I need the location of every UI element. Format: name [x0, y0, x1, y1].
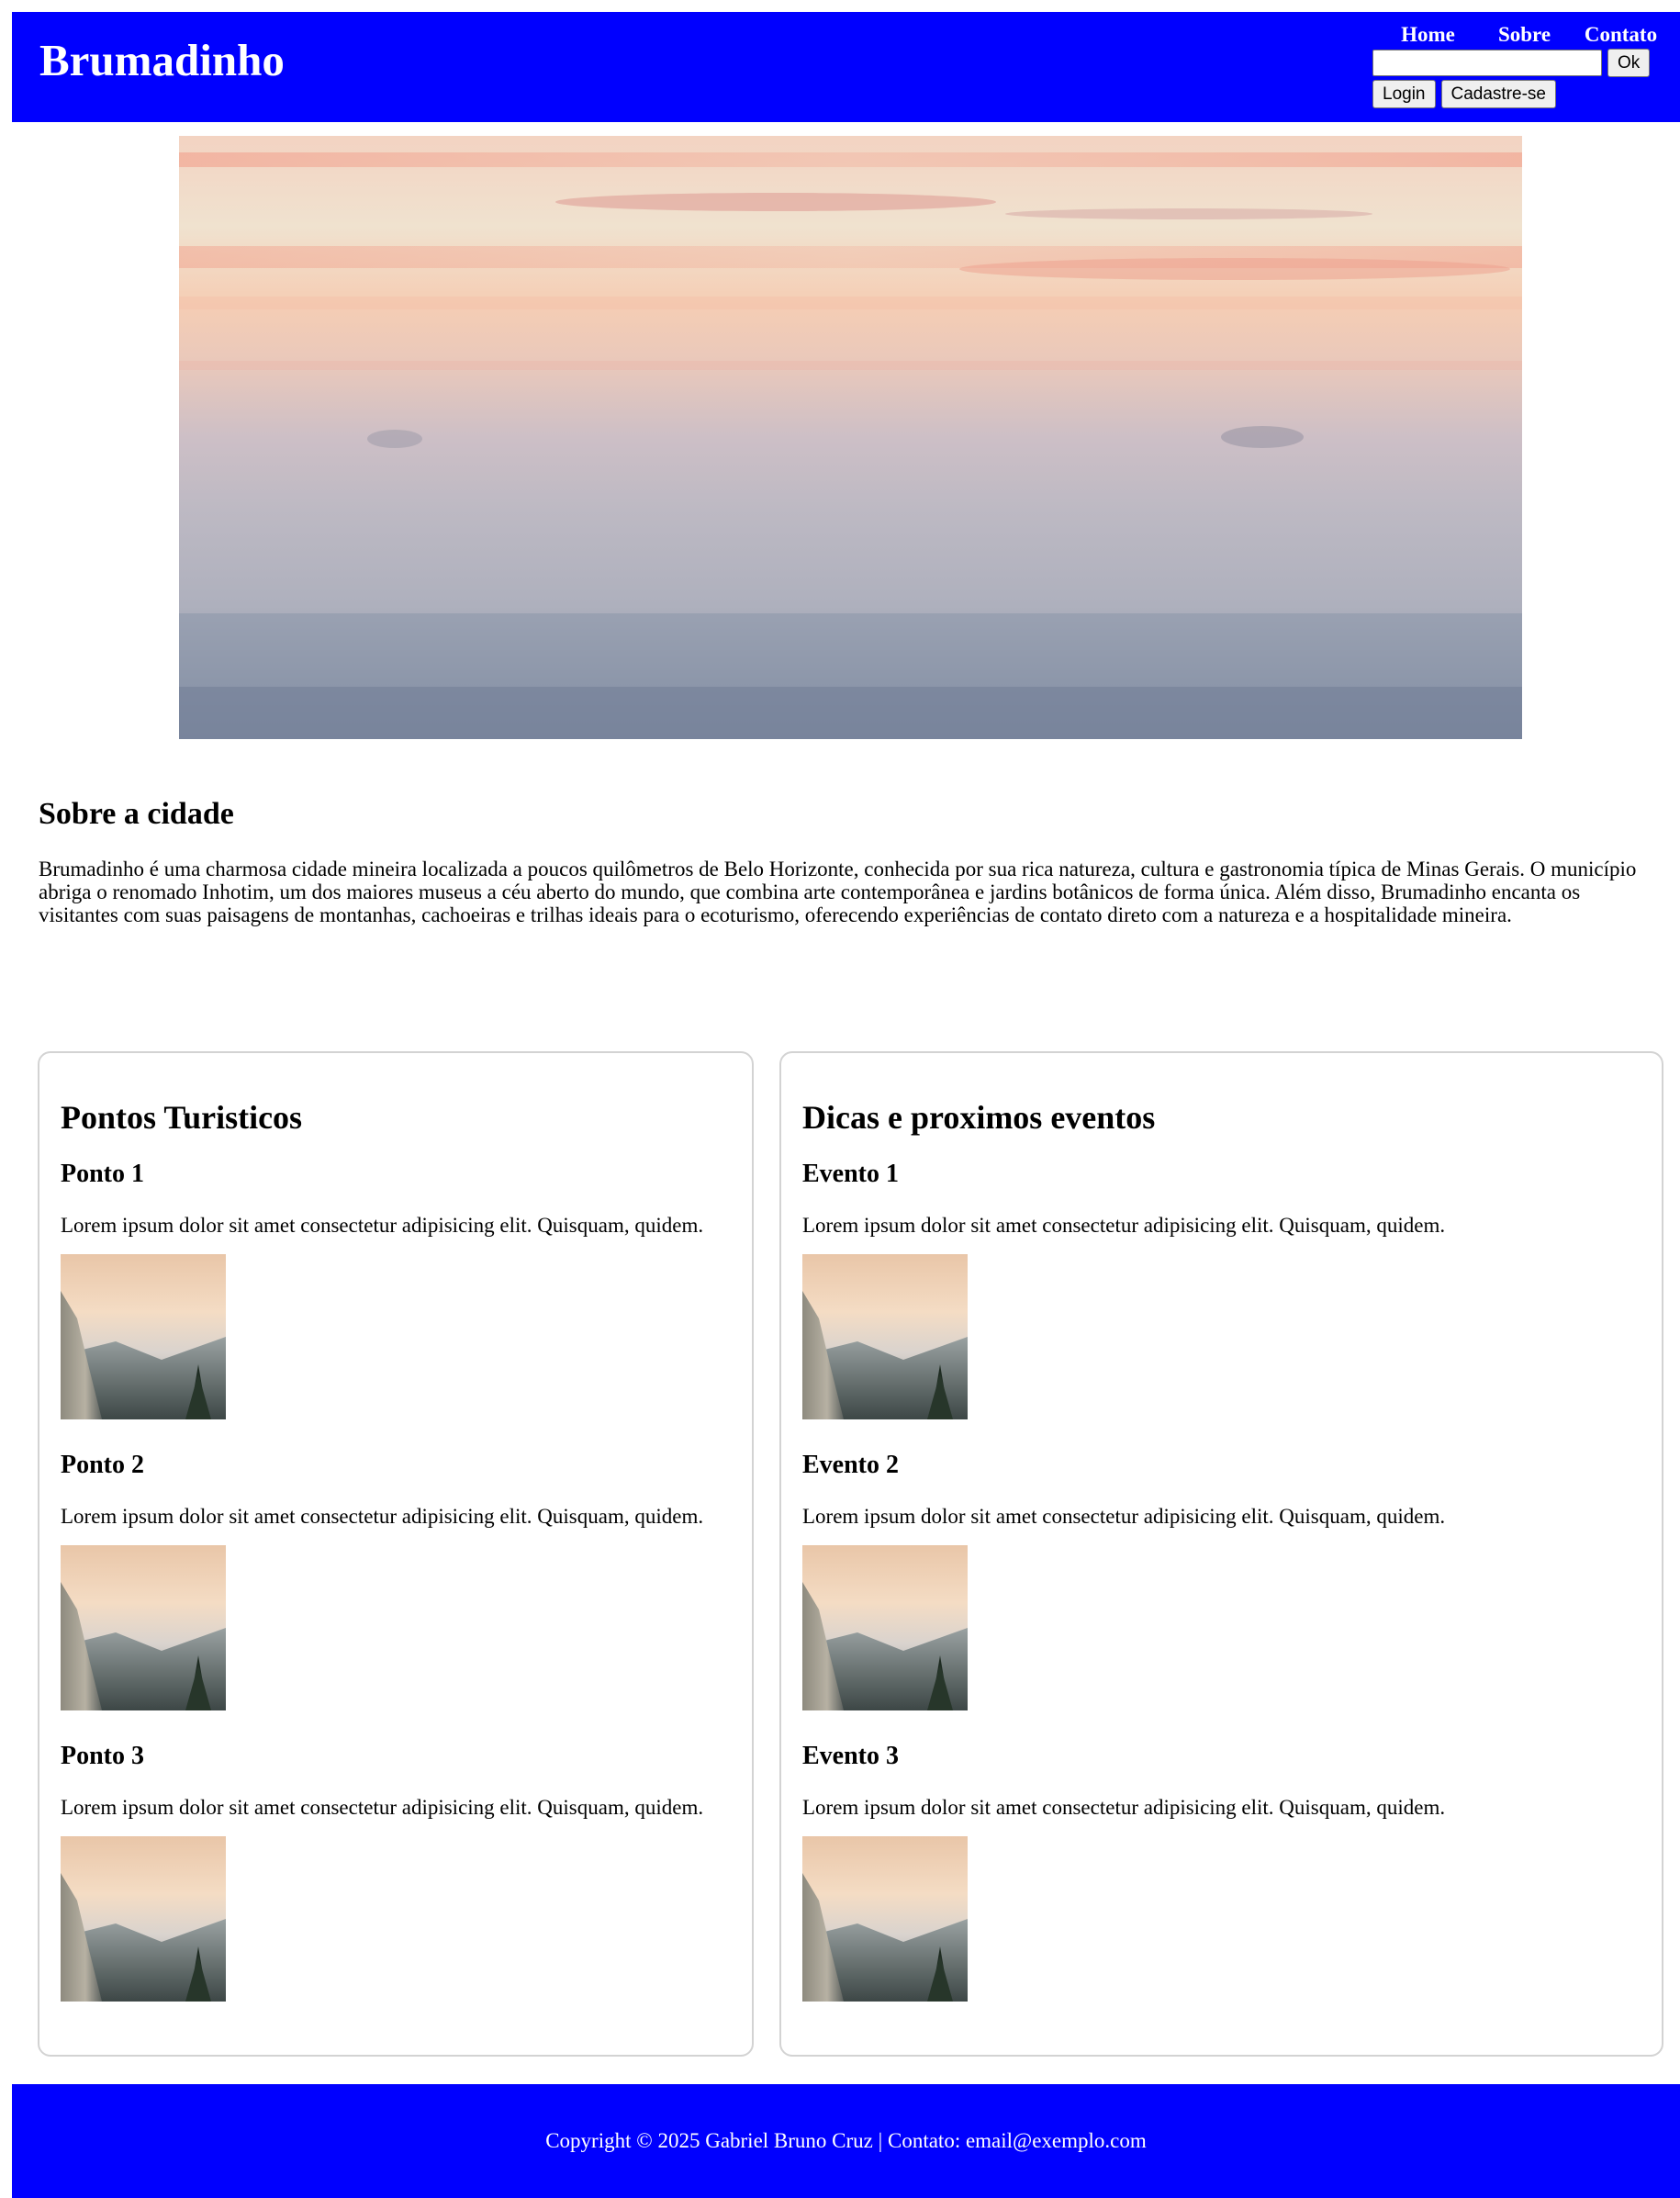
- item-text: Lorem ipsum dolor sit amet consectetur a…: [61, 1505, 704, 1528]
- login-button[interactable]: Login: [1372, 80, 1436, 108]
- nav-about-link[interactable]: Sobre: [1476, 23, 1573, 47]
- mountain-thumbnail-image: [61, 1836, 226, 2002]
- item-title: Evento 2: [802, 1451, 899, 1479]
- item-title: Evento 1: [802, 1160, 899, 1188]
- main-nav: Home Sobre Contato: [1380, 23, 1669, 47]
- nav-home-link[interactable]: Home: [1380, 23, 1476, 47]
- item-title: Ponto 1: [61, 1160, 144, 1188]
- list-item: Ponto 1 Lorem ipsum dolor sit amet conse…: [61, 1161, 703, 1419]
- mountain-thumbnail-image: [802, 1836, 968, 2002]
- mountain-thumbnail-image: [802, 1254, 968, 1419]
- item-text: Lorem ipsum dolor sit amet consectetur a…: [802, 1505, 1446, 1528]
- list-item: Evento 3 Lorem ipsum dolor sit amet cons…: [802, 1744, 1445, 2002]
- site-footer: Copyright © 2025 Gabriel Bruno Cruz | Co…: [12, 2084, 1680, 2198]
- auth-buttons: Login Cadastre-se: [1372, 80, 1556, 108]
- list-item: Evento 2 Lorem ipsum dolor sit amet cons…: [802, 1452, 1445, 1710]
- nav-contact-link[interactable]: Contato: [1573, 23, 1669, 47]
- item-text: Lorem ipsum dolor sit amet consectetur a…: [61, 1796, 704, 1819]
- item-title: Ponto 2: [61, 1451, 144, 1479]
- item-text: Lorem ipsum dolor sit amet consectetur a…: [802, 1796, 1446, 1819]
- about-title: Sobre a cidade: [39, 797, 234, 831]
- item-title: Evento 3: [802, 1742, 899, 1770]
- mountain-thumbnail-image: [802, 1545, 968, 1710]
- list-item: Evento 1 Lorem ipsum dolor sit amet cons…: [802, 1161, 1445, 1419]
- search-form: Ok: [1372, 49, 1651, 77]
- mountain-thumbnail-image: [61, 1254, 226, 1419]
- events-title: Dicas e proximos eventos: [802, 1099, 1156, 1136]
- hero-image: [179, 136, 1522, 739]
- item-text: Lorem ipsum dolor sit amet consectetur a…: [802, 1214, 1446, 1237]
- item-text: Lorem ipsum dolor sit amet consectetur a…: [61, 1214, 704, 1237]
- events-card: Dicas e proximos eventos Evento 1 Lorem …: [779, 1051, 1663, 2057]
- item-title: Ponto 3: [61, 1742, 144, 1770]
- list-item: Ponto 2 Lorem ipsum dolor sit amet conse…: [61, 1452, 703, 1710]
- about-section: Sobre a cidade Brumadinho é uma charmosa…: [39, 797, 1663, 926]
- footer-copyright: Copyright © 2025 Gabriel Bruno Cruz | Co…: [545, 2129, 1147, 2152]
- tourist-spots-card: Pontos Turisticos Ponto 1 Lorem ipsum do…: [38, 1051, 754, 2057]
- about-text: Brumadinho é uma charmosa cidade mineira…: [39, 858, 1637, 926]
- list-item: Ponto 3 Lorem ipsum dolor sit amet conse…: [61, 1744, 703, 2002]
- tourist-spots-title: Pontos Turisticos: [61, 1099, 303, 1136]
- site-logo: Brumadinho: [39, 35, 285, 85]
- search-ok-button[interactable]: Ok: [1607, 49, 1651, 77]
- signup-button[interactable]: Cadastre-se: [1440, 80, 1556, 108]
- site-header: Brumadinho Home Sobre Contato Ok Login C…: [12, 12, 1680, 122]
- hero-foggy-landscape-image: [179, 136, 1522, 739]
- mountain-thumbnail-image: [61, 1545, 226, 1710]
- search-input[interactable]: [1372, 50, 1602, 76]
